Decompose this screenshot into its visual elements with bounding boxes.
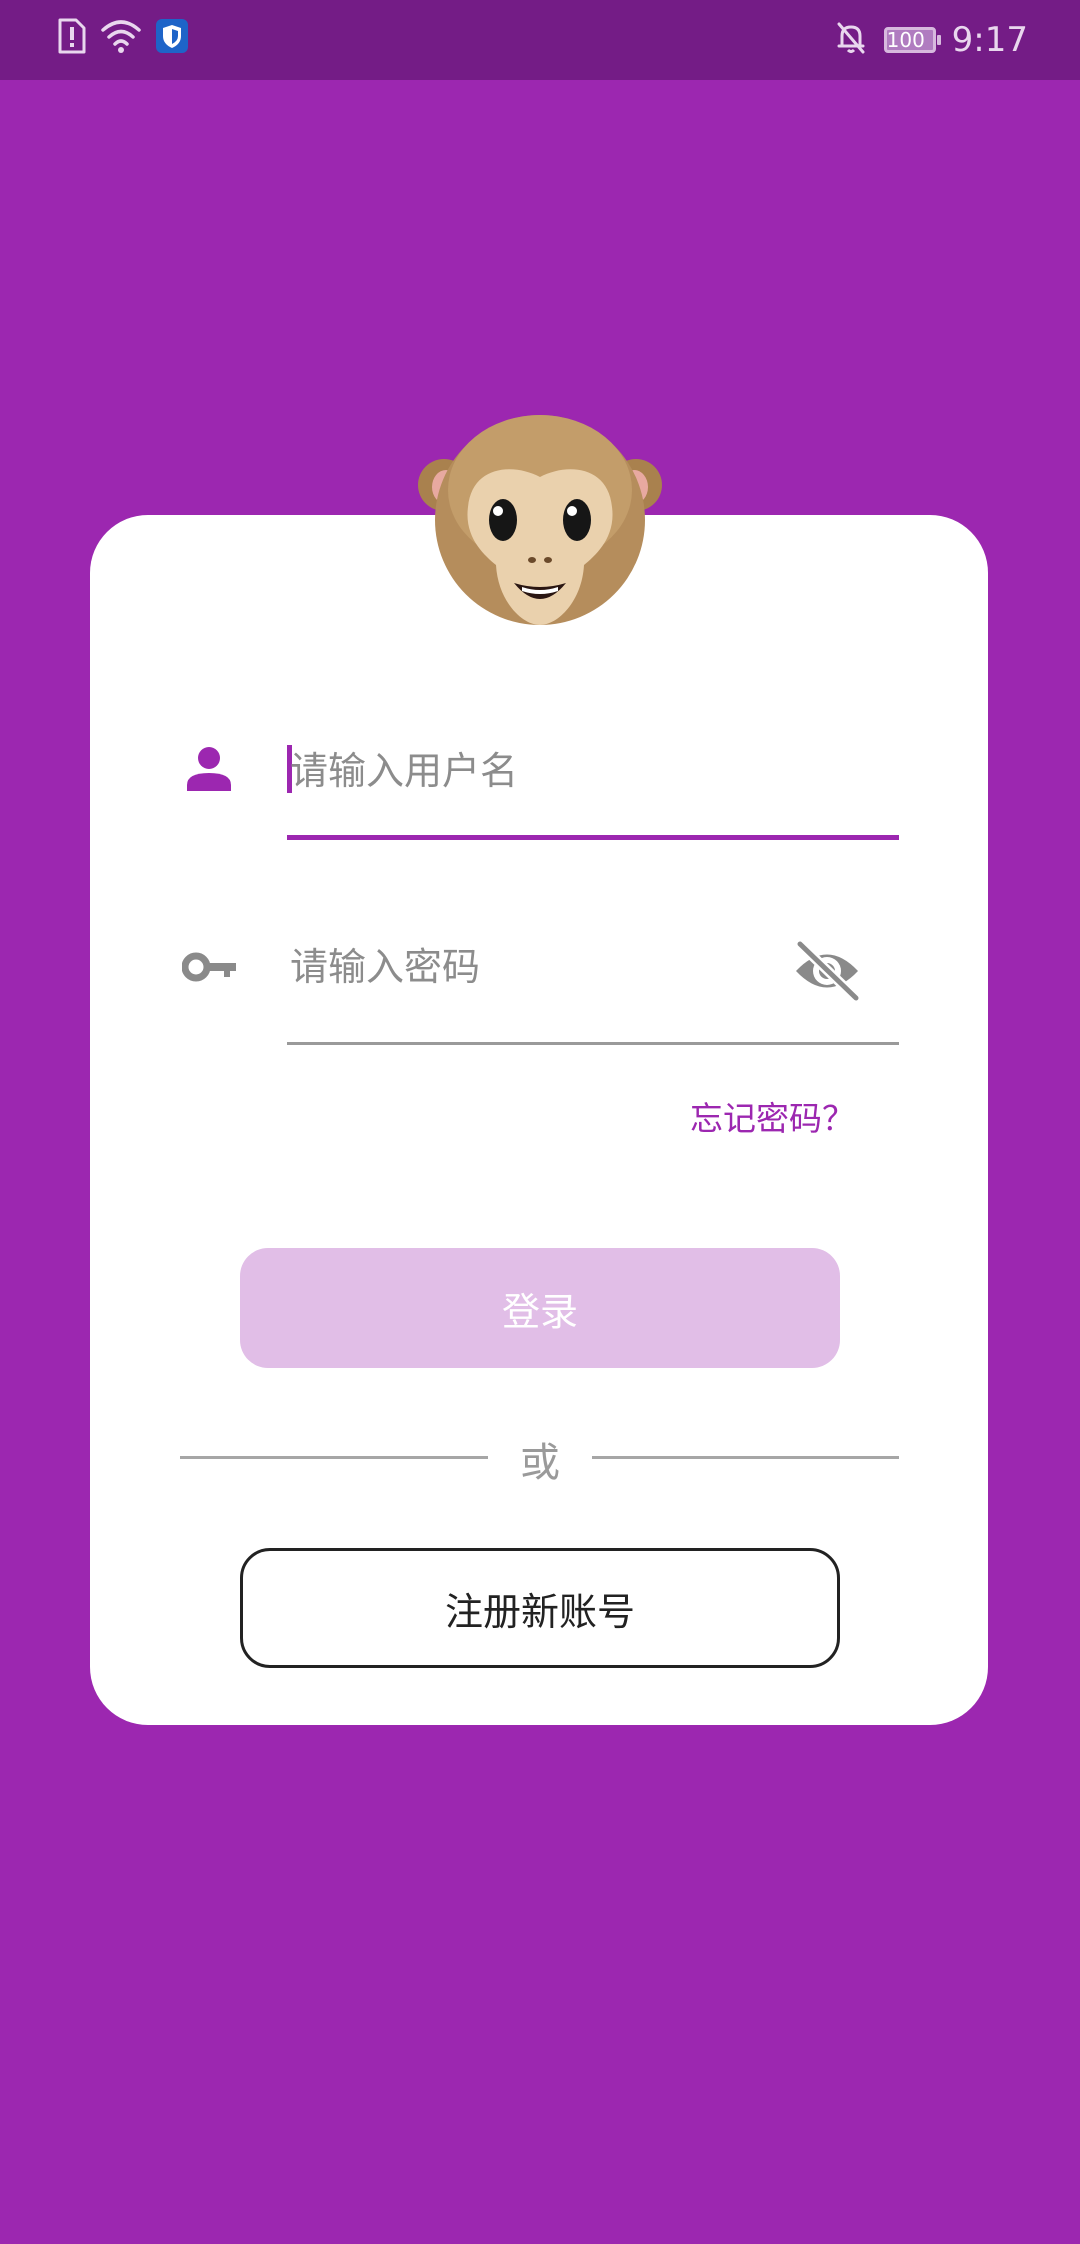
username-underline <box>287 835 899 840</box>
status-icons-right: 100 9:17 <box>820 0 1028 80</box>
password-input[interactable] <box>290 934 770 1000</box>
bell-off-icon <box>836 21 866 59</box>
login-button-label: 登录 <box>501 1289 578 1334</box>
sim-alert-icon <box>56 18 86 58</box>
status-time: 9:17 <box>951 20 1028 60</box>
status-bar: 100 9:17 <box>0 0 1080 80</box>
shield-icon <box>156 19 188 57</box>
register-button[interactable]: 注册新账号 <box>240 1548 840 1668</box>
eye-off-icon[interactable] <box>792 940 862 1002</box>
or-label: 或 <box>520 1440 560 1486</box>
divider-left <box>180 1456 488 1459</box>
person-icon <box>187 747 231 791</box>
battery-level: 100 <box>886 28 925 52</box>
status-icons-left <box>56 18 202 58</box>
register-button-label: 注册新账号 <box>444 1589 635 1634</box>
login-button[interactable]: 登录 <box>240 1248 840 1368</box>
battery-icon: 100 <box>883 27 941 53</box>
wifi-icon <box>100 18 142 58</box>
key-icon <box>182 952 236 982</box>
monkey-face-icon <box>418 415 662 625</box>
password-underline <box>287 1042 899 1045</box>
forgot-password-link[interactable]: 忘记密码？ <box>690 1092 855 1140</box>
divider-right <box>592 1456 899 1459</box>
username-input[interactable] <box>290 738 890 804</box>
